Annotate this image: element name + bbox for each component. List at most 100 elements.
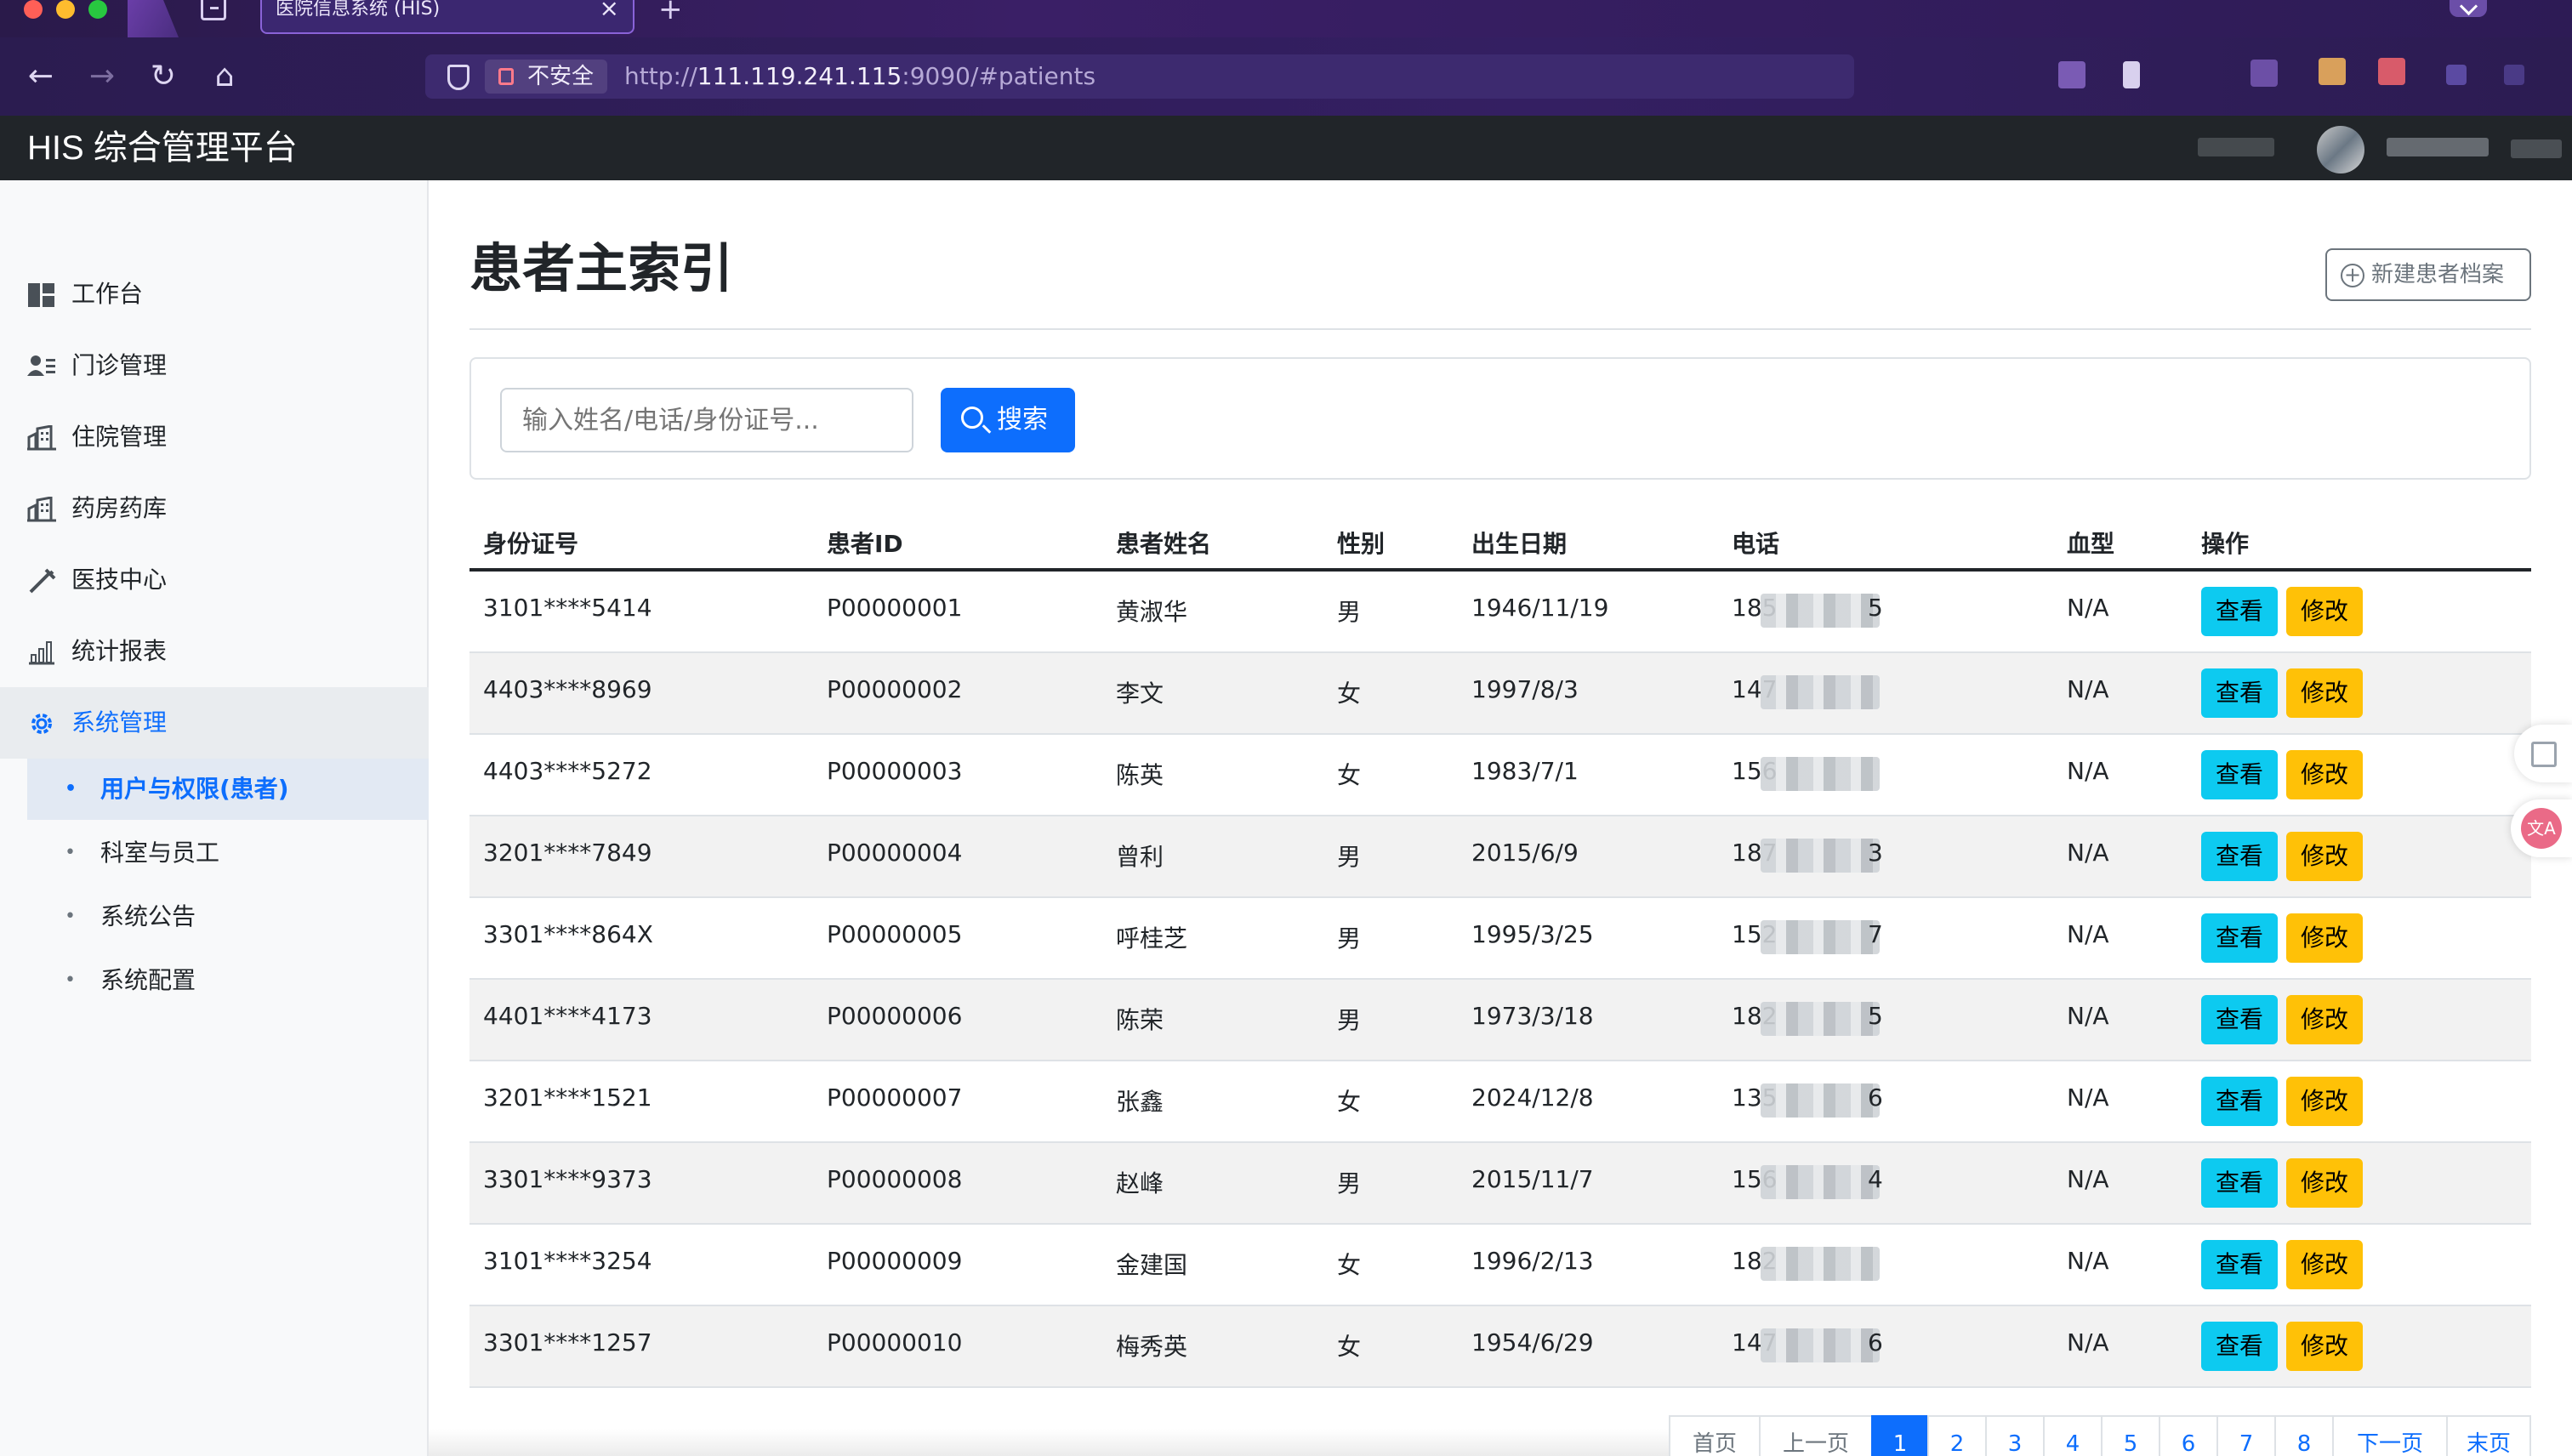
sidebar-subitem-config[interactable]: • 系统配置 xyxy=(27,950,429,1011)
view-button[interactable]: 查看 xyxy=(2201,1077,2278,1126)
tab-close-icon[interactable]: × xyxy=(600,0,619,20)
cell-birth-date: 1995/3/25 xyxy=(1471,920,1594,948)
column-header[interactable]: 电话 xyxy=(1732,526,1779,560)
edit-button[interactable]: 修改 xyxy=(2286,668,2363,718)
page-number-button[interactable]: 1 xyxy=(1871,1415,1929,1456)
column-header[interactable]: 性别 xyxy=(1337,526,1385,560)
translate-widget[interactable]: 文A xyxy=(2511,799,2572,857)
column-header[interactable]: 患者ID xyxy=(827,526,903,560)
edit-button[interactable]: 修改 xyxy=(2286,995,2363,1044)
tab-list-dropdown-icon[interactable] xyxy=(2450,0,2487,17)
sidebar-subitem-users-permissions[interactable]: • 用户与权限(患者) xyxy=(27,759,429,820)
view-button[interactable]: 查看 xyxy=(2201,913,2278,963)
edit-button[interactable]: 修改 xyxy=(2286,1077,2363,1126)
extension-icon[interactable] xyxy=(2504,65,2524,85)
sidebar-item-inpatient[interactable]: 住院管理 xyxy=(0,401,429,473)
view-button[interactable]: 查看 xyxy=(2201,832,2278,881)
page-number-button[interactable]: 6 xyxy=(2159,1415,2218,1456)
sidebar-subitem-departments[interactable]: • 科室与员工 xyxy=(27,822,429,884)
url-text[interactable]: http://111.119.241.115:9090/#patients xyxy=(624,61,1095,92)
address-bar[interactable]: 不安全 http://111.119.241.115:9090/#patient… xyxy=(425,54,1854,99)
search-button[interactable]: 搜索 xyxy=(941,388,1075,452)
page-first-button[interactable]: 首页 xyxy=(1669,1415,1761,1456)
table-row: 4403****5272 P00000003 陈英女 1983/7/1 156 N/A 查看… xyxy=(469,735,2531,816)
column-header[interactable]: 血型 xyxy=(2067,526,2114,560)
tab-overview-icon[interactable] xyxy=(201,0,226,20)
page-next-button[interactable]: 下一页 xyxy=(2332,1415,2448,1456)
edit-button[interactable]: 修改 xyxy=(2286,832,2363,881)
browser-tab-active[interactable]: 医院信息系统 (HIS) × xyxy=(260,0,634,34)
page-number-button[interactable]: 3 xyxy=(1985,1415,2045,1456)
minimize-window-button[interactable] xyxy=(56,0,75,19)
cell-gender: 女 xyxy=(1337,680,1362,708)
column-header[interactable]: 出生日期 xyxy=(1471,526,1567,560)
view-button[interactable]: 查看 xyxy=(2201,750,2278,799)
divider xyxy=(469,328,2531,330)
page-number-button[interactable]: 4 xyxy=(2043,1415,2103,1456)
reload-icon[interactable]: ↻ xyxy=(143,56,184,97)
sidebar-item-outpatient[interactable]: 门诊管理 xyxy=(0,330,429,401)
extension-icon[interactable] xyxy=(2250,60,2278,87)
page-number-button[interactable]: 2 xyxy=(1927,1415,1987,1456)
redacted-phone xyxy=(1761,1002,1880,1036)
sidebar-item-pharmacy[interactable]: 药房药库 xyxy=(0,473,429,544)
edit-button[interactable]: 修改 xyxy=(2286,750,2363,799)
forward-arrow-icon[interactable]: → xyxy=(82,56,122,97)
back-arrow-icon[interactable]: ← xyxy=(20,56,61,97)
view-button[interactable]: 查看 xyxy=(2201,995,2278,1044)
user-menu[interactable] xyxy=(2198,122,2572,173)
extension-icon[interactable] xyxy=(2319,58,2346,85)
shield-icon[interactable] xyxy=(447,65,469,90)
close-window-button[interactable] xyxy=(24,0,43,19)
page-number-button[interactable]: 5 xyxy=(2101,1415,2160,1456)
sidebar-item-workbench[interactable]: 工作台 xyxy=(0,259,429,330)
search-input[interactable] xyxy=(500,388,913,452)
edit-button[interactable]: 修改 xyxy=(2286,913,2363,963)
view-button[interactable]: 查看 xyxy=(2201,1240,2278,1289)
sidebar-item-medtech[interactable]: 医技中心 xyxy=(0,544,429,616)
cell-id-card: 3201****1521 xyxy=(483,1083,652,1112)
maximize-window-button[interactable] xyxy=(88,0,107,19)
sidebar-subitem-announcements[interactable]: • 系统公告 xyxy=(27,886,429,947)
redacted-phone xyxy=(1761,1328,1880,1362)
browser-tab-strip: 医院信息系统 (HIS) × + xyxy=(0,0,2572,37)
bullet: • xyxy=(65,778,77,799)
cell-id-card: 3201****7849 xyxy=(483,839,652,867)
new-patient-button[interactable]: + 新建患者档案 xyxy=(2325,248,2531,301)
home-icon[interactable]: ⌂ xyxy=(204,56,245,97)
avatar[interactable] xyxy=(2317,126,2364,173)
view-button[interactable]: 查看 xyxy=(2201,587,2278,636)
bullet: • xyxy=(65,906,76,927)
edit-button[interactable]: 修改 xyxy=(2286,1322,2363,1371)
app-brand[interactable]: HIS 综合管理平台 xyxy=(27,128,298,168)
edit-button[interactable]: 修改 xyxy=(2286,1158,2363,1208)
column-header[interactable]: 操作 xyxy=(2201,526,2249,560)
page-number-button[interactable]: 8 xyxy=(2274,1415,2334,1456)
sidebar-item-system[interactable]: 系统管理 xyxy=(0,687,429,759)
page-prev-button[interactable]: 上一页 xyxy=(1759,1415,1873,1456)
extension-icon[interactable] xyxy=(2446,65,2467,85)
view-button[interactable]: 查看 xyxy=(2201,1158,2278,1208)
bullet: • xyxy=(65,970,76,991)
column-header[interactable]: 患者姓名 xyxy=(1116,526,1211,560)
app-navbar: HIS 综合管理平台 xyxy=(0,116,2572,180)
security-indicator[interactable]: 不安全 xyxy=(485,60,608,94)
qr-widget[interactable] xyxy=(2514,725,2572,782)
page-last-button[interactable]: 末页 xyxy=(2446,1415,2531,1456)
view-button[interactable]: 查看 xyxy=(2201,668,2278,718)
view-button[interactable]: 查看 xyxy=(2201,1322,2278,1371)
edit-button[interactable]: 修改 xyxy=(2286,587,2363,636)
column-header[interactable]: 身份证号 xyxy=(483,526,578,560)
cell-id-card: 3301****864X xyxy=(483,920,653,948)
extension-icon[interactable] xyxy=(2058,61,2085,88)
pinned-tab[interactable] xyxy=(128,0,179,37)
extension-icon[interactable] xyxy=(2378,58,2405,85)
extension-icon[interactable] xyxy=(2123,61,2140,88)
plus-circle-icon: + xyxy=(2341,264,2364,287)
page-number-button[interactable]: 7 xyxy=(2216,1415,2276,1456)
search-icon xyxy=(961,407,983,429)
edit-button[interactable]: 修改 xyxy=(2286,1240,2363,1289)
sidebar-item-reports[interactable]: 统计报表 xyxy=(0,616,429,687)
new-tab-button[interactable]: + xyxy=(658,0,683,24)
cell-patient-id: P00000010 xyxy=(827,1328,963,1356)
